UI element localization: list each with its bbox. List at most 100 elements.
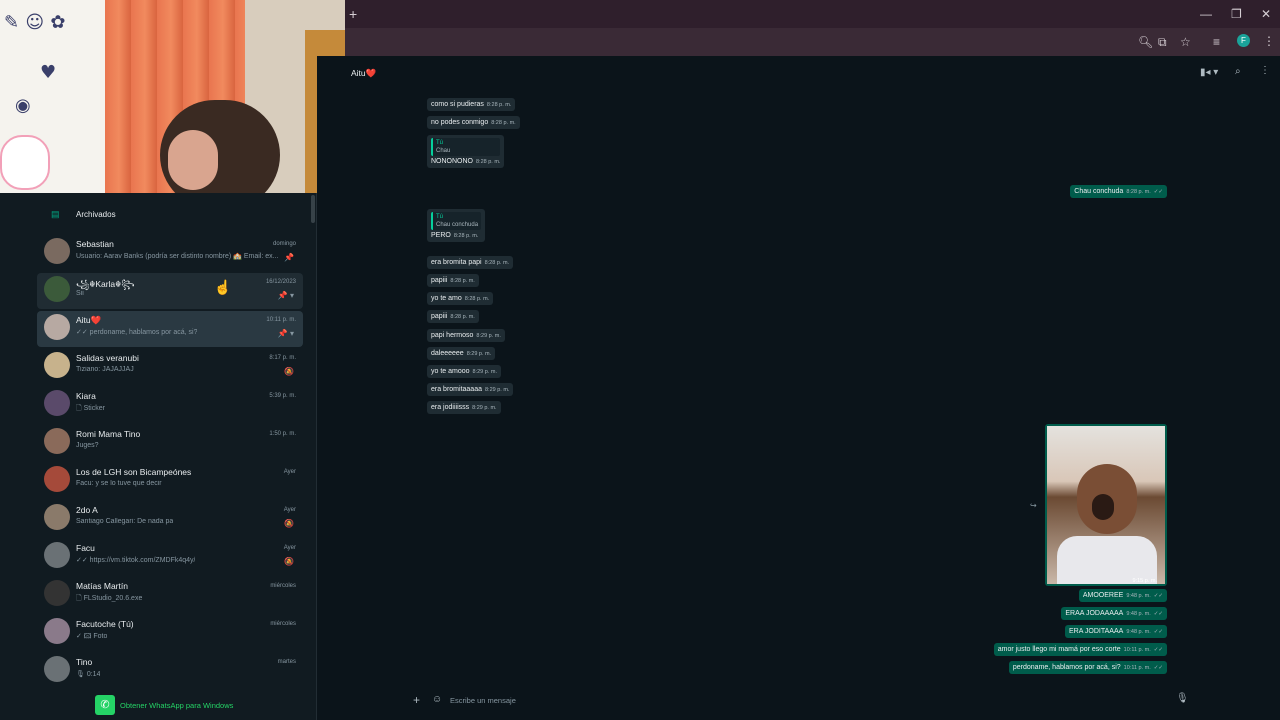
incoming-message[interactable]: papiii 8:28 p. m. [427,274,479,287]
search-icon[interactable]: ⌕ [1235,66,1241,77]
archived-row[interactable]: ▤ Archivados [45,209,295,223]
scrollbar[interactable] [311,195,315,223]
contact-avatar[interactable] [44,542,70,568]
browser-menu-icon[interactable]: ⋮ [1263,33,1275,49]
chat-list-item[interactable]: Sebastian Usuario: Aarav Banks (podría s… [37,235,303,271]
outgoing-message[interactable]: ERA JODITAAAA 9:48 p. m. ✓✓ [1064,625,1167,638]
chat-name: Matías Martín [76,581,128,591]
browser-tab-bar: + — ❐ ✕ [345,0,1280,28]
outgoing-message[interactable]: AMOOEREE 9:48 p. m. ✓✓ [1078,589,1167,602]
outgoing-message[interactable]: ERAA JODAAAAA 9:48 p. m. ✓✓ [1061,607,1167,620]
message-time: 8:28 p. m. [486,102,512,108]
video-call-icon[interactable]: ▮◂ ▾ [1200,67,1218,78]
message-text: ERAA JODAAAAA [1065,610,1124,617]
incoming-message[interactable]: papi hermoso 8:29 p. m. [427,329,505,342]
new-tab-button[interactable]: + [349,6,357,22]
contact-avatar[interactable] [44,352,70,378]
outgoing-message[interactable]: Chau conchuda 8:28 p. m. ✓✓ [1070,185,1167,198]
maximize-button[interactable]: ❐ [1231,6,1242,22]
conversation-header[interactable]: Aitu❤️ ▮◂ ▾ ⌕ ⋮ [345,60,1280,88]
message-time: 8:29 p. m. [472,405,497,411]
mouse-cursor: ☝ [214,279,232,295]
incoming-message[interactable]: yo te amo 8:28 p. m. [427,292,494,305]
outgoing-message[interactable]: amor justo llego mi mamá por eso corte 10… [993,643,1167,656]
contact-name[interactable]: Aitu❤️ [351,68,376,79]
pin-icon: 📌 ▾ [277,329,294,338]
outgoing-message[interactable]: perdoname, hablamos por acá, si? 10:11 p.… [1008,661,1167,674]
contact-avatar[interactable] [44,428,70,454]
chat-name: 2do A [76,505,98,515]
forward-icon[interactable]: ↪ [1030,501,1037,510]
incoming-message[interactable]: era jodiiiisss 8:29 p. m. [427,401,501,414]
sent-image-bubble[interactable]: 9:15 p. m. [1045,424,1167,586]
contact-avatar[interactable] [44,466,70,492]
incoming-message[interactable]: daleeeeee 8:29 p. m. [427,347,496,360]
get-whatsapp-windows-link[interactable]: ✆ Obtener WhatsApp para Windows [95,695,295,715]
attach-plus-icon[interactable]: + [413,693,420,707]
incoming-message[interactable]: era bromitaaaaa 8:29 p. m. [427,383,514,396]
chat-name: Tino [76,657,93,667]
read-ticks-icon: ✓✓ [1153,665,1163,671]
chat-list-item[interactable]: Kiara 🗋 Sticker 5:39 p. m. [37,387,303,423]
reading-list-icon[interactable]: ≡ [1213,34,1220,50]
chat-list-item[interactable]: Aitu❤️ ✓✓ perdoname, hablamos por acá, s… [37,311,303,347]
chat-list-item[interactable]: Los de LGH son Bicampeónes Facu: y se lo… [37,463,303,499]
contact-avatar[interactable] [44,580,70,606]
browser-address-bar[interactable]: 🔍︎ ⧉ ☆ ≡ F ⋮ [345,28,1280,56]
chat-preview: Usuario: Aarav Banks (podría ser distint… [76,253,279,260]
incoming-message[interactable]: papiii 8:28 p. m. [427,310,479,323]
chat-preview: Tiziano: JAJAJJAJ [76,366,134,373]
chat-list-item[interactable]: Romi Mama Tino Juges? 1:50 p. m. [37,425,303,461]
microphone-icon[interactable]: 🎙︎ [1176,693,1189,704]
zoom-icon[interactable]: 🔍︎ [1138,34,1153,50]
contact-avatar[interactable] [44,314,70,340]
message-time: 10:11 p. m. [1123,647,1151,653]
message-text: papiii [431,277,448,284]
incoming-message[interactable]: era bromita papi 8:28 p. m. [427,256,514,269]
image-timestamp: 9:15 p. m. [1132,578,1157,584]
message-text: papi hermoso [431,332,474,339]
message-text: amor justo llego mi mamá por eso corte [997,646,1121,653]
profile-avatar[interactable]: F [1237,34,1250,47]
chat-list-item[interactable]: Salidas veranubi Tiziano: JAJAJJAJ 8:17 … [37,349,303,385]
contact-avatar[interactable] [44,276,70,302]
chat-menu-icon[interactable]: ⋮ [1260,65,1270,76]
contact-avatar[interactable] [44,238,70,264]
quoted-message[interactable]: Tú Chau conchuda [431,212,482,230]
contact-avatar[interactable] [44,504,70,530]
muted-icon: 🔕 [284,519,294,528]
sent-photo[interactable] [1047,426,1165,584]
incoming-message[interactable]: Tú Chau conchuda PERO 8:28 p. m. [427,209,486,242]
minimize-button[interactable]: — [1200,6,1212,22]
chat-name: ꧁☬Karla☬꧂ [76,279,135,289]
incoming-message[interactable]: Tú Chau NONONONO 8:28 p. m. [427,135,505,168]
message-time: 8:28 p. m. [453,233,479,239]
chat-list-item[interactable]: Facu ✓✓ https://vm.tiktok.com/ZMDFk4q4y/… [37,539,303,575]
incoming-message[interactable]: yo te amooo 8:29 p. m. [427,365,501,378]
chat-list-item[interactable]: Matías Martín 🗋 FLStudio_20.6.exe miérco… [37,577,303,613]
quoted-message[interactable]: Tú Chau [431,138,501,156]
chat-list-item[interactable]: Tino 🎙 0:14 martes [37,653,303,689]
message-text: PERO [431,232,451,239]
message-text: no podes conmigo [431,119,489,126]
chat-time: 16/12/2023 [265,279,296,285]
chat-list-item[interactable]: 2do A Santiago Callegari: De nada pa Aye… [37,501,303,537]
contact-avatar[interactable] [44,618,70,644]
incoming-message[interactable]: no podes conmigo 8:28 p. m. [427,116,520,129]
message-text: perdoname, hablamos por acá, si? [1012,664,1121,671]
contact-avatar[interactable] [44,656,70,682]
message-input[interactable]: Escribe un mensaje [450,696,516,705]
message-text: NONONONO [431,158,473,165]
message-text: Chau conchuda [1074,188,1124,195]
contact-avatar[interactable] [44,390,70,416]
muted-icon: 🔕 [284,557,294,566]
close-window-button[interactable]: ✕ [1261,6,1271,22]
chat-list-item[interactable]: ꧁☬Karla☬꧂ Sii 16/12/2023 📌 ▾ [37,273,303,309]
message-time: 8:28 p. m. [450,278,475,284]
chat-list-item[interactable]: Facutoche (Tú) ✓ 🖾 Foto miércoles [37,615,303,651]
bookmark-star-icon[interactable]: ☆ [1180,34,1191,50]
emoji-icon[interactable]: ☺ [432,694,442,705]
incoming-message[interactable]: como si pudieras 8:28 p. m. [427,98,516,111]
install-app-icon[interactable]: ⧉ [1158,34,1167,50]
muted-icon: 🔕 [284,367,294,376]
